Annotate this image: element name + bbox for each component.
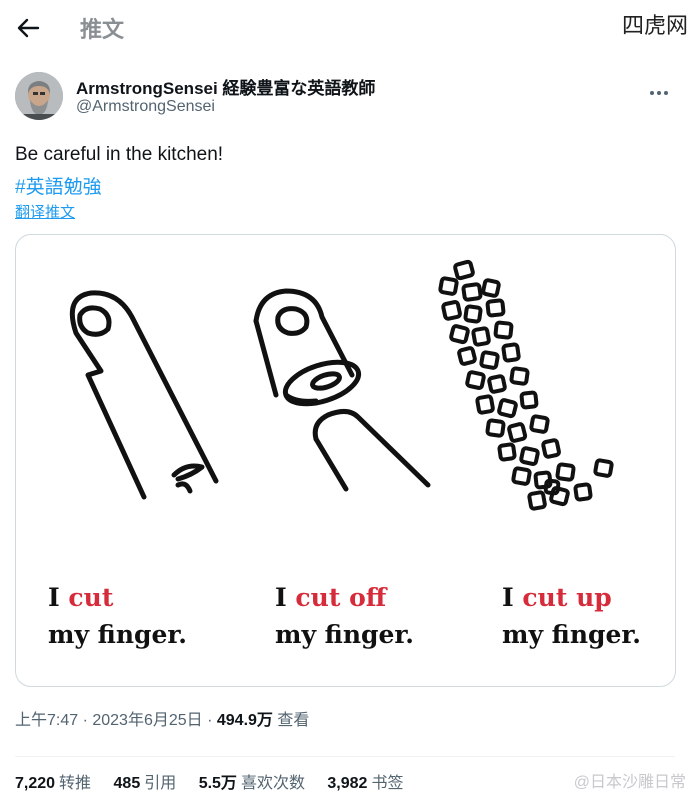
caption-cut-up: I cut up my finger.	[502, 583, 642, 649]
divider	[15, 756, 675, 757]
weibo-watermark: @日本沙雕日常	[573, 774, 686, 791]
finger-pieces	[438, 259, 614, 511]
timestamp[interactable]: 上午7:47 · 2023年6月25日 ·	[15, 712, 217, 729]
quotes-stat[interactable]: 485 引用	[114, 775, 177, 792]
translate-tweet-link[interactable]: 翻译推文	[15, 201, 75, 222]
page-title: 推文	[80, 17, 125, 42]
view-count: 494.9万	[216, 712, 273, 729]
arrow-left-icon[interactable]	[14, 14, 42, 42]
site-watermark: 四虎网	[621, 14, 688, 39]
tweet-meta: 上午7:47 · 2023年6月25日 · 494.9万 查看	[15, 706, 309, 730]
views-label: 查看	[277, 712, 310, 729]
engagement-stats: 7,220 转推 485 引用 5.5万 喜欢次数 3,982 书签	[15, 769, 421, 793]
likes-stat[interactable]: 5.5万 喜欢次数	[199, 775, 305, 792]
caption-cut-off: I cut off my finger.	[275, 583, 415, 649]
caption-cut: I cut my finger.	[48, 583, 188, 649]
bookmarks-stat[interactable]: 3,982 书签	[327, 775, 403, 792]
hashtag-link[interactable]: #英語勉強	[15, 172, 102, 199]
author-handle[interactable]: @ArmstrongSensei	[76, 98, 215, 116]
retweets-stat[interactable]: 7,220 转推	[15, 775, 91, 792]
tweet-image[interactable]: I cut my finger. I cut off my finger. I …	[15, 234, 676, 687]
avatar-image	[15, 72, 63, 120]
top-bar: 推文 四虎网	[0, 0, 690, 56]
tweet-text: Be careful in the kitchen!	[15, 144, 224, 165]
more-options-icon[interactable]	[650, 82, 672, 95]
author-name[interactable]: ArmstrongSensei 経験豊富な英語教師	[76, 74, 375, 99]
avatar[interactable]	[15, 72, 63, 120]
